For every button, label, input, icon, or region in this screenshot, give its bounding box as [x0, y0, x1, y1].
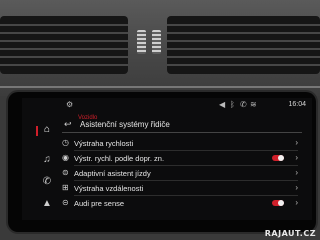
clock: 16:04 — [288, 101, 306, 108]
phone-icon: ✆ — [240, 100, 247, 109]
list-item[interactable]: ⊜ Adaptivní asistent jízdy › — [62, 166, 298, 181]
air-vent-right — [167, 16, 320, 74]
navigation-icon: ◀ — [219, 100, 226, 109]
list-item-label: Audi pre sense — [74, 199, 125, 208]
navigation-icon[interactable]: ▲ — [40, 197, 54, 211]
status-bar: ⚙ ◀ ᛒ ✆ ≋ 16:04 — [22, 98, 312, 112]
air-vent-left — [0, 16, 128, 74]
chevron-right-icon: › — [295, 168, 298, 177]
settings-panel: Vozidlo ↩ Asistenční systémy řidiče ◷ Vý… — [62, 114, 308, 220]
title-row: ↩ Asistenční systémy řidiče — [62, 119, 298, 131]
settings-icon: ⚙ — [66, 100, 74, 109]
sidebar: ⌂ ♫ ✆ ▲ — [36, 117, 58, 217]
dashboard — [0, 0, 320, 96]
list-item-label: Výstraha vzdálenosti — [74, 184, 144, 193]
list-item[interactable]: ⊞ Výstraha vzdálenosti › — [62, 181, 298, 196]
vent-adjust-wheel-right[interactable] — [152, 30, 161, 54]
chevron-right-icon: › — [295, 198, 298, 207]
music-icon[interactable]: ♫ — [40, 153, 54, 167]
list-item-label: Výstr. rychl. podle dopr. zn. — [74, 154, 165, 163]
chevron-right-icon: › — [295, 138, 298, 147]
page-title: Asistenční systémy řidiče — [80, 120, 170, 129]
infotainment-screen: ⚙ ◀ ᛒ ✆ ≋ 16:04 ⌂ ♫ ✆ ▲ Vozidlo ↩ Asiste… — [22, 98, 312, 220]
watermark: RAJAUT.CZ — [264, 229, 316, 238]
wifi-icon: ≋ — [250, 100, 257, 109]
traffic-sign-icon: ◉ — [62, 153, 69, 162]
back-arrow-icon[interactable]: ↩ — [64, 119, 72, 130]
bluetooth-icon: ᛒ — [230, 100, 235, 109]
adaptive-assist-icon: ⊜ — [62, 168, 69, 177]
pre-sense-icon: ⊝ — [62, 198, 69, 207]
toggle-switch[interactable] — [272, 200, 284, 206]
trim-strip — [0, 86, 320, 88]
divider — [62, 132, 302, 133]
vent-adjust-wheel-left[interactable] — [137, 30, 146, 54]
distance-warning-icon: ⊞ — [62, 183, 69, 192]
list-item[interactable]: ◷ Výstraha rychlosti › — [62, 136, 298, 151]
chevron-right-icon: › — [295, 153, 298, 162]
list-item[interactable]: ⊝ Audi pre sense › — [62, 196, 298, 211]
list-item-label: Výstraha rychlosti — [74, 139, 134, 148]
toggle-switch[interactable] — [272, 155, 284, 161]
speed-warning-icon: ◷ — [62, 138, 69, 147]
phone-icon[interactable]: ✆ — [40, 175, 54, 189]
list-item[interactable]: ◉ Výstr. rychl. podle dopr. zn. › — [62, 151, 298, 166]
chevron-right-icon: › — [295, 183, 298, 192]
home-icon[interactable]: ⌂ — [40, 123, 54, 137]
sidebar-active-marker — [36, 126, 38, 136]
list-item-label: Adaptivní asistent jízdy — [74, 169, 151, 178]
